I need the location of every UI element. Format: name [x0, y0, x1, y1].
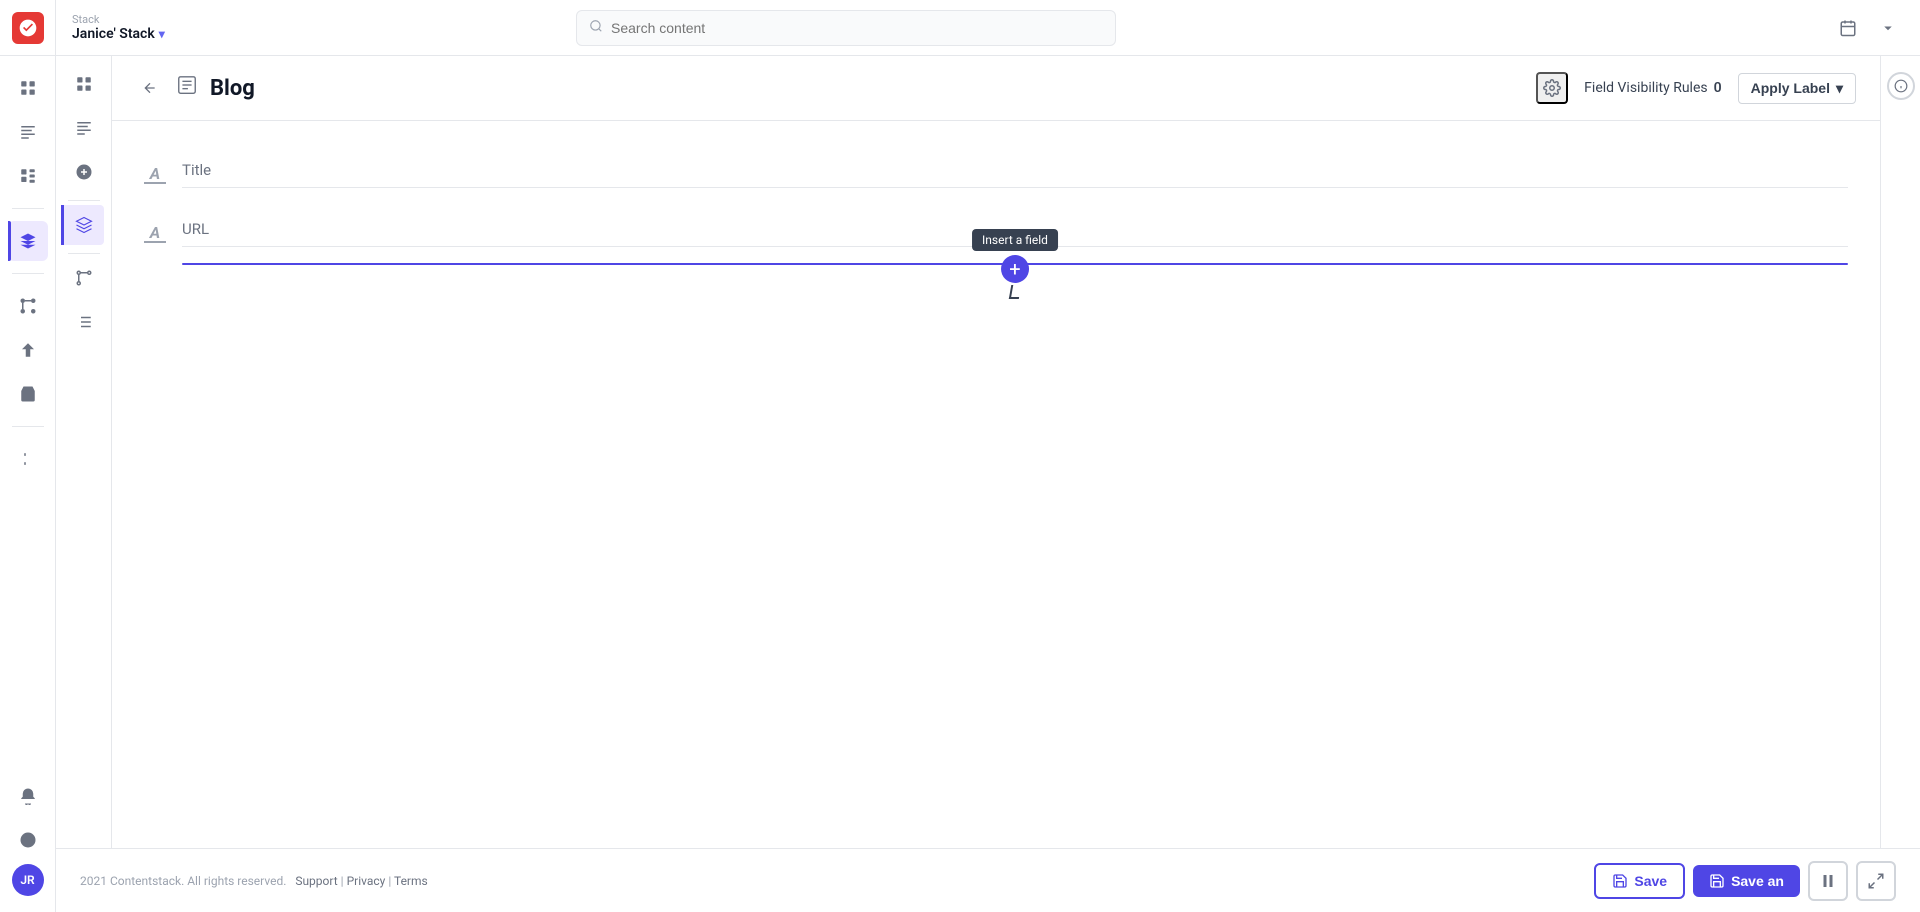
- pause-button[interactable]: [1808, 861, 1848, 901]
- sidebar-bottom: JR: [8, 776, 48, 912]
- stack-name: Janice' Stack: [72, 26, 155, 42]
- sec-sidebar-divider: [68, 200, 100, 201]
- page-header-right: Field Visibility Rules 0 Apply Label ▾: [1536, 72, 1856, 104]
- app-logo[interactable]: [12, 12, 44, 44]
- sidebar-divider-3: [12, 426, 44, 427]
- visibility-rules-label: Field Visibility Rules: [1584, 80, 1707, 96]
- settings-button[interactable]: [1536, 72, 1568, 104]
- insert-field-plus-button[interactable]: +: [1001, 255, 1029, 283]
- secondary-sidebar: [56, 56, 112, 848]
- stack-selector[interactable]: Janice' Stack ▾: [72, 26, 212, 42]
- back-button[interactable]: [136, 74, 164, 102]
- topbar-actions: [1832, 12, 1904, 44]
- save-label: Save: [1634, 873, 1667, 889]
- insert-field-control[interactable]: Insert a field +: [972, 229, 1058, 299]
- footer-text: 2021 Contentstack. All rights reserved. …: [80, 874, 428, 888]
- page-type-icon: [176, 74, 198, 102]
- sidebar-item-dashboard[interactable]: [8, 68, 48, 108]
- sidebar-divider-1: [12, 208, 44, 209]
- main-sidebar: JR: [0, 0, 56, 912]
- form-area: A Title A URL Insert a field +: [112, 121, 1880, 289]
- logo-area[interactable]: [0, 0, 56, 56]
- search-bar[interactable]: [576, 10, 1116, 46]
- privacy-link[interactable]: Privacy: [347, 874, 386, 888]
- bottom-bar: 2021 Contentstack. All rights reserved. …: [56, 848, 1920, 912]
- title-field-row: A Title: [144, 145, 1848, 204]
- sec-sidebar-list[interactable]: [64, 108, 104, 148]
- sidebar-nav: [0, 60, 55, 776]
- insert-field-area: Insert a field +: [182, 263, 1848, 265]
- sec-sidebar-connections[interactable]: [64, 258, 104, 298]
- sidebar-divider-2: [12, 273, 44, 274]
- insert-field-tooltip: Insert a field: [972, 229, 1058, 251]
- right-panel: [1880, 56, 1920, 848]
- save-and-button[interactable]: Save an: [1693, 865, 1800, 897]
- copyright: 2021 Contentstack. All rights reserved.: [80, 874, 286, 888]
- page-title: Blog: [210, 76, 255, 101]
- content-area: Blog Field Visibility Rules 0 Apply Labe…: [56, 56, 1920, 848]
- sidebar-item-widgets[interactable]: [8, 156, 48, 196]
- calendar-button[interactable]: [1832, 12, 1864, 44]
- sec-sidebar-divider2: [68, 253, 100, 254]
- topbar: Stack Janice' Stack ▾: [56, 0, 1920, 56]
- sidebar-item-marketplace[interactable]: [8, 374, 48, 414]
- search-input[interactable]: [611, 20, 1103, 36]
- sec-sidebar-fieldmanager[interactable]: [64, 302, 104, 342]
- sidebar-item-connections[interactable]: [8, 286, 48, 326]
- sidebar-item-list[interactable]: [8, 112, 48, 152]
- save-button[interactable]: Save: [1594, 863, 1685, 899]
- sidebar-item-fieldmanager[interactable]: [8, 439, 48, 479]
- user-avatar[interactable]: JR: [12, 864, 44, 896]
- cursor-indicator: [1009, 285, 1021, 299]
- terms-link[interactable]: Terms: [394, 874, 428, 888]
- search-icon: [589, 19, 603, 37]
- bottom-actions: Save Save an: [1594, 861, 1896, 901]
- apply-label-text: Apply Label: [1751, 80, 1830, 96]
- sec-sidebar-dashboard[interactable]: [64, 64, 104, 104]
- apply-label-chevron-icon: ▾: [1836, 80, 1843, 97]
- stack-label: Stack: [72, 13, 212, 26]
- visibility-count: 0: [1714, 80, 1722, 96]
- page-content: Blog Field Visibility Rules 0 Apply Labe…: [112, 56, 1880, 848]
- url-field-type-icon: A: [144, 224, 166, 244]
- sidebar-item-notifications[interactable]: [8, 776, 48, 816]
- save-and-label: Save an: [1731, 873, 1784, 889]
- sidebar-item-layers[interactable]: [8, 221, 48, 261]
- page-header: Blog Field Visibility Rules 0 Apply Labe…: [112, 56, 1880, 121]
- support-link[interactable]: Support: [295, 874, 337, 888]
- sec-sidebar-add[interactable]: [64, 152, 104, 192]
- sec-sidebar-layers[interactable]: [61, 205, 104, 245]
- dropdown-button[interactable]: [1872, 12, 1904, 44]
- title-field-type-icon: A: [144, 165, 166, 185]
- expand-button[interactable]: [1856, 861, 1896, 901]
- title-field-label: Title: [182, 161, 1848, 188]
- apply-label-button[interactable]: Apply Label ▾: [1738, 73, 1856, 104]
- stack-chevron-icon: ▾: [159, 27, 165, 41]
- main-container: Stack Janice' Stack ▾: [56, 0, 1920, 912]
- sidebar-item-deploy[interactable]: [8, 330, 48, 370]
- field-visibility-rules[interactable]: Field Visibility Rules 0: [1584, 80, 1721, 96]
- sidebar-item-help[interactable]: [8, 820, 48, 860]
- stack-info: Stack Janice' Stack ▾: [72, 13, 212, 42]
- info-button[interactable]: [1887, 72, 1915, 100]
